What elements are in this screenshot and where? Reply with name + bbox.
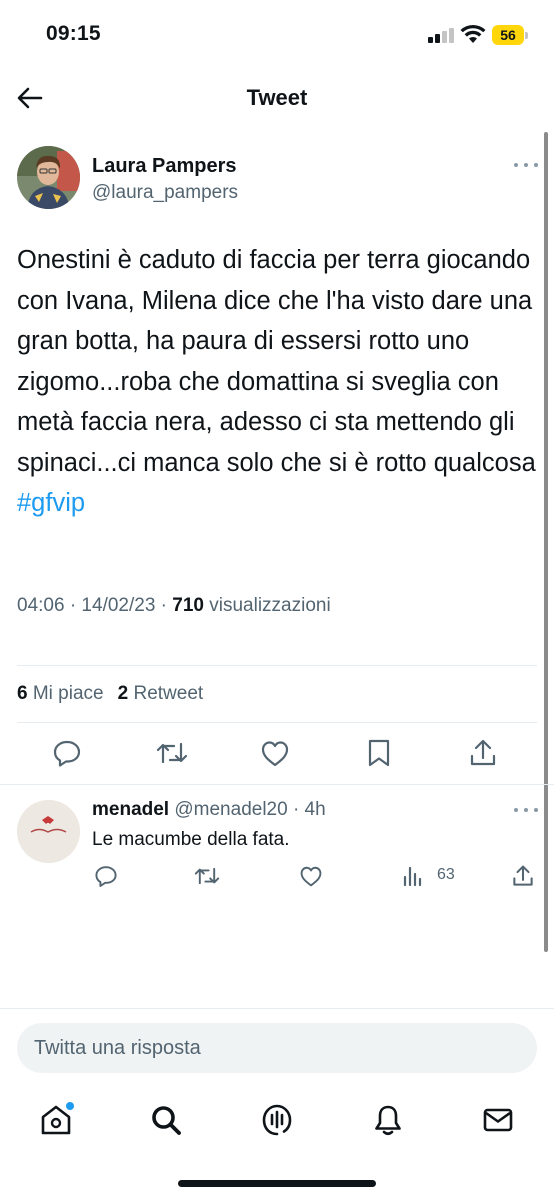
reply-share-button[interactable] <box>508 861 538 891</box>
tweet-more-button[interactable] <box>514 160 538 170</box>
reply-author-handle[interactable]: @menadel20 · 4h <box>169 799 325 820</box>
share-icon <box>470 739 496 766</box>
tweet-body: Onestini è caduto di faccia per terra gi… <box>17 246 536 477</box>
views-label: visualizzazioni <box>203 595 331 616</box>
likes-count: 6 <box>17 683 28 704</box>
reply-views-count: 63 <box>437 866 455 883</box>
views-icon <box>403 866 422 887</box>
tweet-meta: 04:06 · 14/02/23 · 710 visualizzazioni <box>17 595 331 617</box>
reply-input[interactable]: Twitta una risposta <box>17 1023 537 1073</box>
dot-icon <box>534 163 538 167</box>
tweet-stats: 6 Mi piace 2 Retweet <box>17 683 203 705</box>
messages-icon <box>483 1108 513 1132</box>
share-icon <box>513 865 533 886</box>
reply-avatar[interactable] <box>17 800 80 863</box>
spaces-icon <box>262 1104 292 1136</box>
bookmark-button[interactable] <box>361 735 397 771</box>
search-icon <box>152 1106 181 1135</box>
dot-icon <box>514 808 518 812</box>
likes-stat[interactable]: 6 Mi piace <box>17 683 104 704</box>
battery-level: 56 <box>492 25 524 45</box>
page-title: Tweet <box>246 85 308 110</box>
author-name[interactable]: Laura Pampers <box>92 155 237 178</box>
author-handle[interactable]: @laura_pampers <box>92 182 238 204</box>
likes-label: Mi piace <box>27 683 104 704</box>
header: Tweet <box>0 70 554 128</box>
compose-bar: Twitta una risposta <box>0 1008 554 1086</box>
tweet-text: Onestini è caduto di faccia per terra gi… <box>17 240 537 524</box>
reply-like-button[interactable] <box>296 861 326 891</box>
divider <box>0 784 554 785</box>
tab-home[interactable] <box>34 1098 78 1142</box>
notifications-icon <box>375 1105 401 1136</box>
home-indicator[interactable] <box>178 1180 376 1187</box>
tab-notifications[interactable] <box>366 1098 410 1142</box>
wifi-icon <box>460 24 486 44</box>
like-icon <box>261 741 289 767</box>
reply-button[interactable] <box>49 735 85 771</box>
dot-icon <box>514 163 518 167</box>
share-button[interactable] <box>465 735 501 771</box>
tab-search[interactable] <box>144 1098 188 1142</box>
divider <box>17 722 537 723</box>
dot-icon <box>524 163 528 167</box>
bookmark-icon <box>368 739 390 767</box>
reply-reply-button[interactable] <box>91 861 121 891</box>
dot-icon <box>534 808 538 812</box>
status-time: 09:15 <box>46 22 101 45</box>
tweet-timestamp[interactable]: 04:06 · 14/02/23 · <box>17 595 172 616</box>
views-count: 710 <box>172 595 204 616</box>
tab-messages[interactable] <box>476 1098 520 1142</box>
retweet-icon <box>156 742 188 764</box>
reply-retweet-button[interactable] <box>192 861 222 891</box>
divider <box>17 665 537 666</box>
reply-header: menadel @menadel20 · 4h <box>92 799 326 821</box>
reply-icon <box>53 740 81 767</box>
like-icon <box>300 866 322 887</box>
dot-icon <box>524 808 528 812</box>
retweets-label: Retweet <box>128 683 204 704</box>
retweet-icon <box>194 867 220 885</box>
signal-icon <box>428 27 454 43</box>
retweets-stat[interactable]: 2 Retweet <box>118 683 204 704</box>
status-bar: 09:15 56 <box>0 0 554 70</box>
reply-more-button[interactable] <box>514 805 538 815</box>
battery-icon: 56 <box>492 25 528 45</box>
hashtag-link[interactable]: #gfvip <box>17 489 85 517</box>
reply-icon <box>95 866 117 887</box>
scrollbar[interactable] <box>544 132 548 952</box>
retweets-count: 2 <box>117 683 129 704</box>
like-button[interactable] <box>257 735 293 771</box>
notification-dot <box>66 1102 74 1110</box>
reply-text: Le macumbe della fata. <box>92 829 290 850</box>
reply-views-button[interactable] <box>398 861 428 891</box>
author-avatar[interactable] <box>17 146 80 209</box>
tab-spaces[interactable] <box>255 1098 299 1142</box>
retweet-button[interactable] <box>154 735 190 771</box>
reply-author-name[interactable]: menadel <box>92 799 169 820</box>
